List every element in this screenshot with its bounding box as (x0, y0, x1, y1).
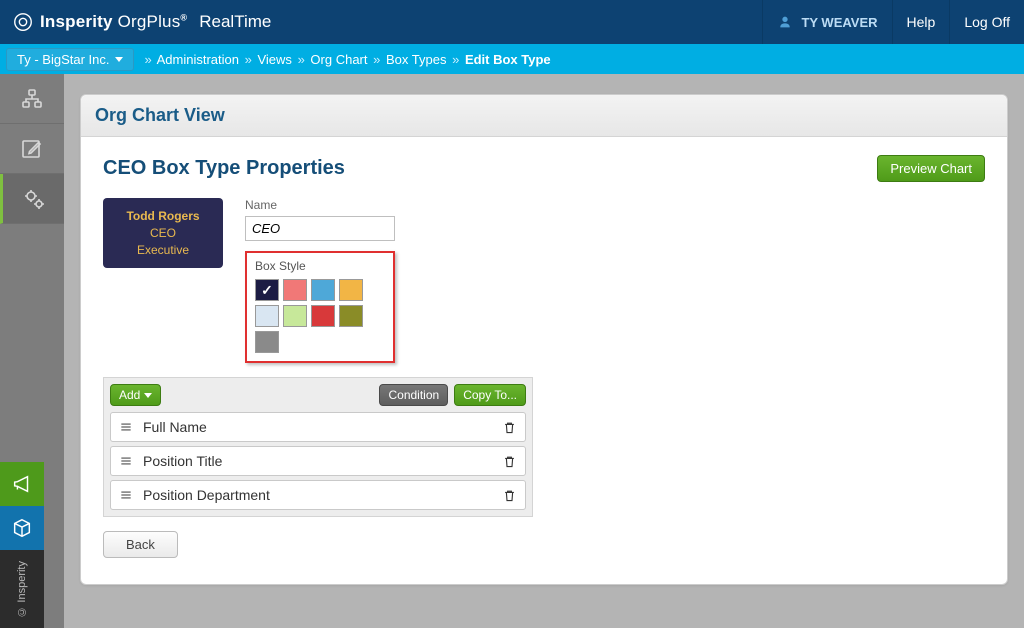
field-row[interactable]: Position Department (110, 480, 526, 510)
main-content: Org Chart View CEO Box Type Properties P… (64, 74, 1024, 628)
field-row[interactable]: Position Title (110, 446, 526, 476)
box-style-label: Box Style (255, 259, 385, 273)
crumb-boxtypes[interactable]: Box Types (386, 52, 446, 67)
box-icon (11, 517, 33, 539)
back-button[interactable]: Back (103, 531, 178, 558)
sidebar-announce[interactable] (0, 462, 44, 506)
box-preview: Todd Rogers CEO Executive (103, 198, 223, 268)
field-label: Position Department (143, 487, 502, 503)
orgchart-icon (20, 87, 44, 111)
color-swatch-4[interactable] (255, 305, 279, 327)
crumb-admin[interactable]: Administration (157, 52, 239, 67)
field-row[interactable]: Full Name (110, 412, 526, 442)
gears-icon (22, 187, 46, 211)
sidebar-package[interactable] (0, 506, 44, 550)
crumb-current: Edit Box Type (465, 52, 551, 67)
preview-name: Todd Rogers (109, 208, 217, 225)
trash-icon[interactable] (502, 454, 517, 469)
help-link[interactable]: Help (892, 0, 950, 44)
trash-icon[interactable] (502, 488, 517, 503)
insperity-logo-icon (12, 11, 34, 33)
color-swatch-6[interactable] (311, 305, 335, 327)
panel: Org Chart View CEO Box Type Properties P… (80, 94, 1008, 585)
field-label: Full Name (143, 419, 502, 435)
megaphone-icon (11, 473, 33, 495)
color-swatch-1[interactable] (283, 279, 307, 301)
company-dropdown[interactable]: Ty - BigStar Inc. (6, 48, 134, 71)
field-label: Position Title (143, 453, 502, 469)
app-header: Insperity OrgPlus® RealTime TY WEAVER He… (0, 0, 1024, 44)
breadcrumb: » Administration » Views » Org Chart » B… (142, 52, 550, 67)
grip-icon (119, 488, 133, 502)
fields-area: Add Condition Copy To... Full Name Positi… (103, 377, 533, 517)
condition-button[interactable]: Condition (379, 384, 448, 406)
color-swatch-5[interactable] (283, 305, 307, 327)
color-swatch-2[interactable] (311, 279, 335, 301)
color-swatch-8[interactable] (255, 331, 279, 353)
name-label: Name (245, 198, 395, 212)
swatch-grid (255, 279, 389, 353)
page-title: CEO Box Type Properties (103, 157, 345, 180)
brand-app: RealTime (199, 12, 271, 32)
edit-icon (20, 137, 44, 161)
breadcrumb-bar: Ty - BigStar Inc. » Administration » Vie… (0, 44, 1024, 74)
grip-icon (119, 454, 133, 468)
color-swatch-7[interactable] (339, 305, 363, 327)
chevron-down-icon (144, 393, 152, 398)
crumb-views[interactable]: Views (257, 52, 291, 67)
preview-title: CEO (109, 225, 217, 242)
color-swatch-3[interactable] (339, 279, 363, 301)
trash-icon[interactable] (502, 420, 517, 435)
sidebar-item-edit[interactable] (0, 124, 64, 174)
box-style-panel: Box Style (245, 251, 395, 363)
logoff-link[interactable]: Log Off (949, 0, 1024, 44)
sidebar: © Insperity (0, 74, 64, 628)
grip-icon (119, 420, 133, 434)
brand-name: Insperity OrgPlus® (40, 12, 187, 32)
preview-chart-button[interactable]: Preview Chart (877, 155, 985, 182)
brand: Insperity OrgPlus® RealTime (0, 11, 271, 33)
crumb-orgchart[interactable]: Org Chart (310, 52, 367, 67)
sidebar-item-chart[interactable] (0, 74, 64, 124)
user-menu[interactable]: TY WEAVER (762, 0, 891, 44)
preview-dept: Executive (109, 242, 217, 259)
copy-to-button[interactable]: Copy To... (454, 384, 526, 406)
sidebar-copyright: © Insperity (0, 550, 44, 628)
color-swatch-0[interactable] (255, 279, 279, 301)
sidebar-item-settings[interactable] (0, 174, 64, 224)
chevron-down-icon (115, 57, 123, 62)
user-icon (777, 14, 793, 30)
add-field-button[interactable]: Add (110, 384, 161, 406)
name-input[interactable] (245, 216, 395, 241)
panel-header: Org Chart View (81, 95, 1007, 137)
